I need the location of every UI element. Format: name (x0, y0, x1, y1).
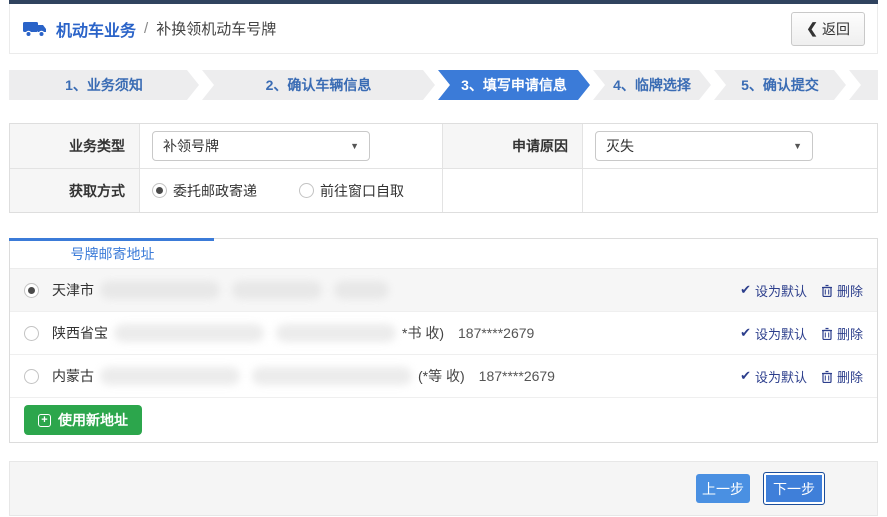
next-step-button[interactable]: 下一步 (763, 472, 825, 505)
address-tab-row: 号牌邮寄地址 (10, 239, 877, 269)
address-row-1[interactable]: 天津市 ✔ 设为默认 删除 (10, 269, 877, 312)
caret-down-icon: ▼ (793, 141, 802, 151)
delete-label: 删除 (837, 367, 863, 386)
apply-reason-cell: 灭失 ▼ (583, 124, 877, 168)
radio-postal-delivery[interactable]: 委托邮政寄递 (152, 181, 257, 201)
truck-icon (22, 19, 48, 39)
step-bar-filler (849, 70, 878, 100)
caret-down-icon: ▼ (350, 141, 359, 151)
address-3-phone: 187****2679 (479, 368, 555, 384)
business-type-value: 补领号牌 (163, 136, 219, 156)
address-1-text: 天津市 (52, 280, 740, 300)
apply-reason-label: 申请原因 (443, 124, 583, 168)
redacted-text (276, 324, 396, 342)
set-default-link[interactable]: ✔ 设为默认 (740, 324, 807, 343)
check-icon: ✔ (740, 325, 751, 341)
set-default-link[interactable]: ✔ 设为默认 (740, 367, 807, 386)
redacted-text (232, 281, 322, 299)
radio-unselected-icon (299, 183, 314, 198)
set-default-label: 设为默认 (755, 281, 807, 300)
page: 机动车业务 / 补换领机动车号牌 ❮ 返回 1、业务须知 2、确认车辆信息 3、… (0, 0, 887, 516)
redacted-text (100, 367, 240, 385)
radio-window-pickup[interactable]: 前往窗口自取 (299, 181, 404, 201)
address-2-actions: ✔ 设为默认 删除 (740, 324, 863, 343)
new-address-row: + 使用新地址 (10, 398, 877, 442)
step-3-fill-application[interactable]: 3、填写申请信息 (438, 70, 590, 100)
breadcrumb: 机动车业务 / 补换领机动车号牌 (22, 17, 276, 41)
step-4-temp-plate[interactable]: 4、临牌选择 (593, 70, 711, 100)
step-2-confirm-vehicle[interactable]: 2、确认车辆信息 (202, 70, 435, 100)
step-1-notice[interactable]: 1、业务须知 (9, 70, 199, 100)
redacted-text (100, 281, 220, 299)
application-form: 业务类型 补领号牌 ▼ 申请原因 灭失 ▼ 获取方式 委托邮政寄递 (9, 123, 878, 213)
tab-plate-mailing-address[interactable]: 号牌邮寄地址 (10, 239, 215, 268)
back-button-label: 返回 (822, 19, 850, 39)
empty-cell (443, 168, 583, 212)
address-2-prefix: 陕西省宝 (52, 323, 108, 343)
address-3-text: 内蒙古 (*等 收) 187****2679 (52, 366, 740, 386)
address-row-2[interactable]: 陕西省宝 *书 收) 187****2679 ✔ 设为默认 (10, 312, 877, 355)
mailing-address-card: 号牌邮寄地址 天津市 ✔ 设为默认 (9, 238, 878, 443)
address-2-radio[interactable] (24, 326, 39, 341)
previous-step-button[interactable]: 上一步 (696, 474, 750, 503)
address-2-phone: 187****2679 (458, 325, 534, 341)
business-type-label: 业务类型 (10, 124, 140, 168)
business-type-select[interactable]: 补领号牌 ▼ (152, 131, 370, 161)
delivery-method-cell: 委托邮政寄递 前往窗口自取 (140, 168, 443, 212)
apply-reason-value: 灭失 (606, 136, 634, 156)
redacted-text (114, 324, 264, 342)
set-default-label: 设为默认 (755, 367, 807, 386)
trash-icon (821, 284, 833, 297)
address-1-prefix: 天津市 (52, 280, 94, 300)
check-icon: ✔ (740, 282, 751, 298)
delete-link[interactable]: 删除 (821, 324, 863, 343)
step-5-confirm-submit[interactable]: 5、确认提交 (714, 70, 846, 100)
delivery-method-radio-group: 委托邮政寄递 前往窗口自取 (152, 181, 404, 201)
address-3-actions: ✔ 设为默认 删除 (740, 367, 863, 386)
address-1-radio-selected[interactable] (24, 283, 39, 298)
delete-link[interactable]: 删除 (821, 281, 863, 300)
back-button[interactable]: ❮ 返回 (791, 12, 865, 46)
check-icon: ✔ (740, 368, 751, 384)
address-3-radio[interactable] (24, 369, 39, 384)
plus-icon: + (38, 414, 51, 427)
page-title: 机动车业务 (56, 17, 136, 41)
step-wizard: 1、业务须知 2、确认车辆信息 3、填写申请信息 4、临牌选择 5、确认提交 (9, 70, 878, 100)
empty-cell (583, 168, 877, 212)
delivery-method-label: 获取方式 (10, 168, 140, 212)
set-default-link[interactable]: ✔ 设为默认 (740, 281, 807, 300)
business-type-cell: 补领号牌 ▼ (140, 124, 443, 168)
delete-label: 删除 (837, 281, 863, 300)
trash-icon (821, 370, 833, 383)
breadcrumb-separator: / (144, 20, 148, 37)
use-new-address-button[interactable]: + 使用新地址 (24, 405, 142, 435)
delete-label: 删除 (837, 324, 863, 343)
footer-action-bar: 上一步 下一步 (9, 461, 878, 516)
address-row-3[interactable]: 内蒙古 (*等 收) 187****2679 ✔ 设为默认 (10, 355, 877, 398)
address-3-prefix: 内蒙古 (52, 366, 94, 386)
delete-link[interactable]: 删除 (821, 367, 863, 386)
radio-selected-icon (152, 183, 167, 198)
redacted-text (252, 367, 412, 385)
apply-reason-select[interactable]: 灭失 ▼ (595, 131, 813, 161)
trash-icon (821, 327, 833, 340)
page-subtitle: 补换领机动车号牌 (156, 18, 276, 39)
redacted-text (334, 281, 389, 299)
chevron-left-icon: ❮ (806, 20, 818, 37)
radio-window-pickup-label: 前往窗口自取 (320, 181, 404, 201)
address-1-actions: ✔ 设为默认 删除 (740, 281, 863, 300)
address-2-text: 陕西省宝 *书 收) 187****2679 (52, 323, 740, 343)
radio-postal-delivery-label: 委托邮政寄递 (173, 181, 257, 201)
page-header: 机动车业务 / 补换领机动车号牌 ❮ 返回 (9, 4, 878, 54)
use-new-address-label: 使用新地址 (58, 410, 128, 430)
address-2-suffix: *书 收) (402, 323, 444, 343)
address-3-suffix: (*等 收) (418, 366, 465, 386)
set-default-label: 设为默认 (755, 324, 807, 343)
